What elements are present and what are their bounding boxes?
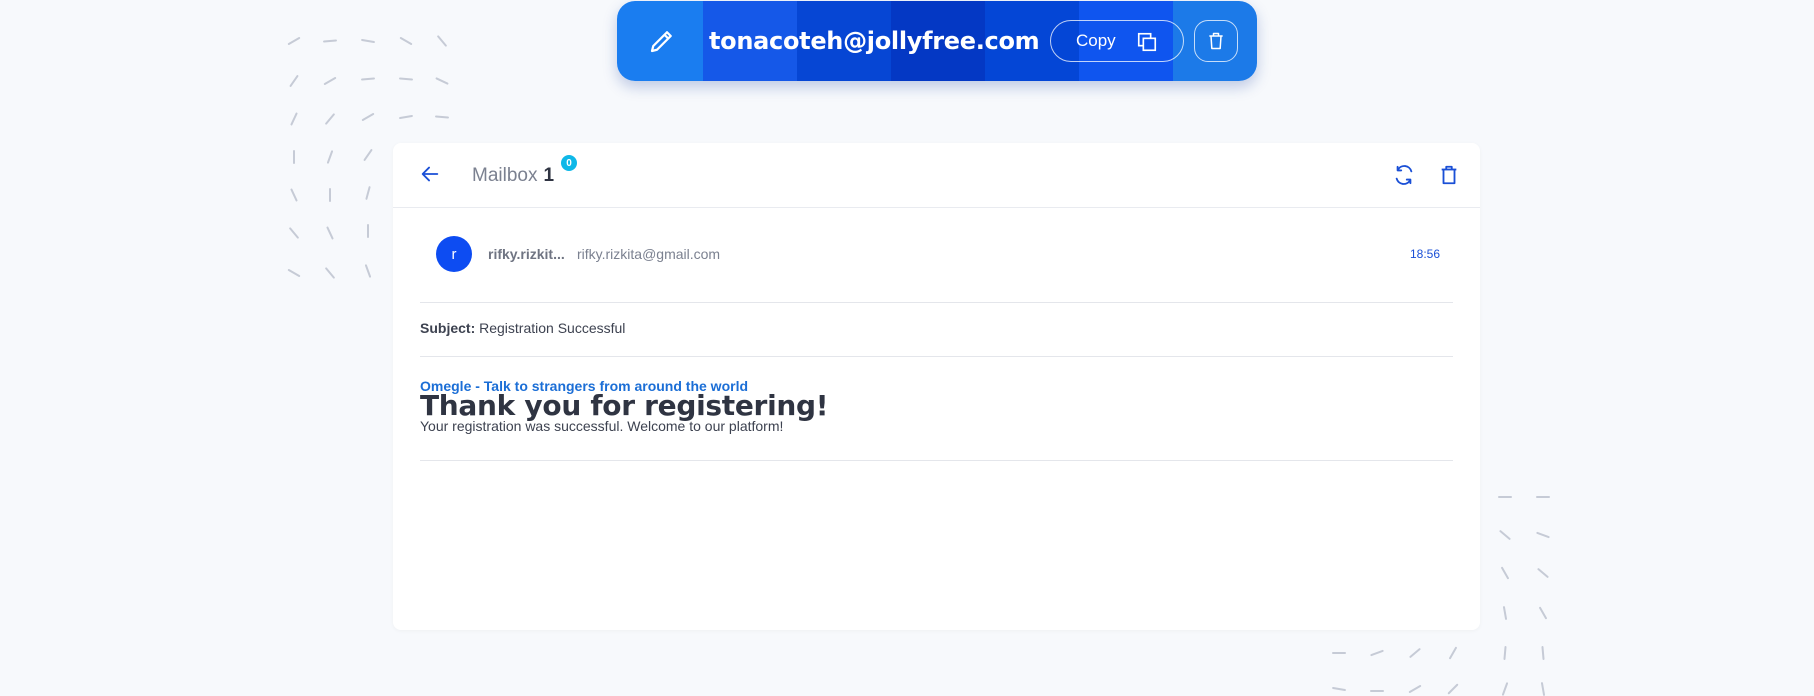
copy-button[interactable]: Copy xyxy=(1050,20,1184,62)
refresh-button[interactable] xyxy=(1393,164,1415,191)
email-address: tonacoteh@jollyfree.com xyxy=(709,27,1040,55)
sender-email: rifky.rizkita@gmail.com xyxy=(577,246,721,262)
divider xyxy=(420,302,1453,303)
email-address-bar: tonacoteh@jollyfree.com Copy xyxy=(617,1,1257,81)
unread-badge: 0 xyxy=(561,155,577,171)
edit-address-button[interactable] xyxy=(617,1,706,81)
delete-address-button[interactable] xyxy=(1194,20,1238,62)
divider xyxy=(420,356,1453,357)
sender-name: rifky.rizkit... xyxy=(488,246,565,262)
mailbox-card: Mailbox 1 0 r rifky.rizkit... rifky.rizki… xyxy=(393,143,1480,630)
subject-line: Subject: Registration Successful xyxy=(420,320,625,336)
refresh-icon xyxy=(1395,165,1413,185)
copy-label: Copy xyxy=(1076,31,1116,50)
pencil-icon xyxy=(650,31,672,53)
mailbox-title-label: Mailbox xyxy=(472,165,538,186)
message-time: 18:56 xyxy=(1409,247,1440,261)
mailbox-header: Mailbox 1 0 xyxy=(393,143,1480,208)
trash-icon xyxy=(1209,32,1223,50)
back-button[interactable] xyxy=(419,163,441,190)
subject-text: Registration Successful xyxy=(479,320,626,336)
back-arrow-icon xyxy=(421,166,439,182)
sender-row: r rifky.rizkit... rifky.rizkita@gmail.co… xyxy=(436,236,1440,272)
mailbox-title: Mailbox 1 xyxy=(472,165,554,187)
subject-label: Subject: xyxy=(420,320,476,336)
avatar: r xyxy=(436,236,472,272)
copy-icon xyxy=(1137,32,1157,52)
mailbox-count: 1 xyxy=(543,165,555,186)
delete-mail-button[interactable] xyxy=(1438,164,1460,191)
delete-icon xyxy=(1441,165,1457,185)
divider xyxy=(420,460,1453,461)
message-body: Your registration was successful. Welcom… xyxy=(420,418,784,434)
